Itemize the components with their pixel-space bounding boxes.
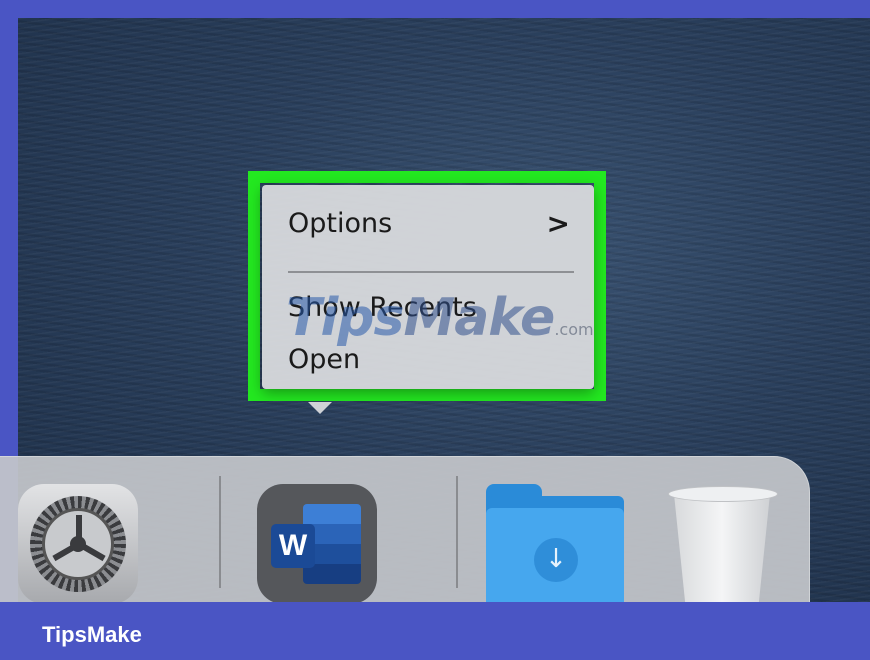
- brand-logo-text: TipsMake: [42, 622, 142, 647]
- menu-pointer-tail: [308, 402, 332, 414]
- downloads-folder-app[interactable]: ↓: [486, 484, 624, 608]
- word-badge: W: [271, 524, 315, 568]
- watermark-suffix: .com: [554, 320, 594, 339]
- watermark-make: Make: [403, 288, 555, 348]
- downloads-folder-icon: ↓: [486, 508, 624, 608]
- trash-rim: [668, 486, 778, 502]
- gear-inner: [42, 508, 114, 580]
- menu-separator: [288, 271, 574, 273]
- menu-item-options-label: Options: [288, 208, 393, 239]
- trash-app[interactable]: [668, 484, 778, 606]
- system-settings-app[interactable]: [18, 484, 138, 604]
- dock-context-menu: Options > Show Recents Open: [262, 185, 594, 389]
- trash-icon: [674, 494, 770, 606]
- chevron-right-icon: >: [546, 207, 570, 240]
- menu-item-options[interactable]: Options >: [288, 205, 574, 243]
- dock-divider: [456, 476, 458, 588]
- watermark: TipsMake.com: [286, 288, 594, 348]
- gear-hub: [70, 536, 86, 552]
- watermark-tips: Tips: [286, 288, 404, 348]
- download-arrow-icon: ↓: [534, 538, 578, 582]
- menu-item-open-label: Open: [288, 344, 361, 375]
- gear-icon: [30, 496, 126, 592]
- dock-divider: [219, 476, 221, 588]
- word-app[interactable]: W: [257, 484, 377, 604]
